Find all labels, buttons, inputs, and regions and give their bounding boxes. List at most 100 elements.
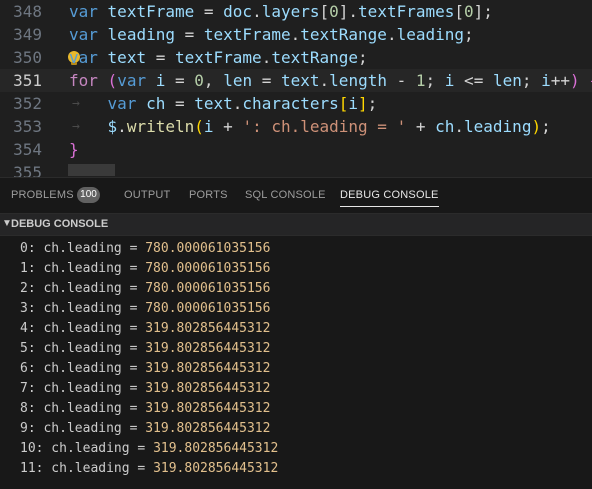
code-token: + bbox=[406, 117, 436, 136]
code-token: textFrames bbox=[358, 2, 455, 21]
code-token: 0 bbox=[464, 2, 474, 21]
code-token: 0 bbox=[194, 71, 204, 90]
console-output-line: 1: ch.leading = 780.000061035156 bbox=[20, 259, 270, 279]
code-token: var bbox=[107, 94, 137, 113]
code-token: var bbox=[69, 48, 98, 67]
code-token: = bbox=[165, 94, 195, 113]
code-token: doc bbox=[223, 2, 253, 21]
code-token: ) bbox=[531, 117, 542, 136]
code-line[interactable]: 354} bbox=[0, 138, 592, 161]
console-output-line: 11: ch.leading = 319.802856445312 bbox=[20, 459, 278, 479]
code-text: var ch = text.characters[i]; bbox=[69, 92, 378, 115]
code-token: [ bbox=[319, 2, 330, 21]
code-token: ': ch.leading = ' bbox=[242, 117, 407, 136]
tab-debug-console[interactable]: DEBUG CONSOLE bbox=[340, 178, 439, 213]
code-text: for (var i = 0, len = text.length - 1; i… bbox=[69, 69, 592, 92]
line-number: 350 bbox=[13, 48, 42, 67]
output-value: 780.000061035156 bbox=[145, 281, 271, 296]
code-token: = bbox=[165, 71, 195, 90]
console-output-line: 7: ch.leading = 319.802856445312 bbox=[20, 379, 270, 399]
code-token: var bbox=[69, 25, 98, 44]
code-token: = bbox=[146, 48, 175, 67]
output-value: 319.802856445312 bbox=[145, 341, 271, 356]
code-token: - bbox=[386, 71, 416, 90]
code-text: var textFrame = doc.layers[0].textFrames… bbox=[69, 0, 493, 23]
section-title: DEBUG CONSOLE bbox=[11, 218, 109, 230]
code-token: writeln bbox=[126, 117, 195, 136]
console-output-line: 3: ch.leading = 780.000061035156 bbox=[20, 299, 270, 319]
code-token: var bbox=[69, 2, 98, 21]
code-token: ++ bbox=[550, 71, 571, 90]
code-line[interactable]: 350 var text = textFrame.textRange; bbox=[0, 46, 592, 69]
horizontal-scrollbar-thumb[interactable] bbox=[68, 164, 115, 176]
code-token: . bbox=[290, 25, 301, 44]
line-number: 348 bbox=[13, 2, 42, 21]
code-token: leading bbox=[396, 25, 465, 44]
code-token: textFrame bbox=[174, 48, 262, 67]
code-token: ; bbox=[367, 94, 378, 113]
code-token: ( bbox=[107, 71, 118, 90]
bottom-panel: PROBLEMS 100 OUTPUT PORTS SQL CONSOLE DE… bbox=[0, 177, 592, 489]
output-label: 9: ch.leading = bbox=[20, 421, 146, 436]
code-token: leading bbox=[464, 117, 532, 136]
output-value: 319.802856445312 bbox=[153, 461, 279, 476]
output-value: 319.802856445312 bbox=[153, 441, 279, 456]
code-token: i bbox=[155, 71, 166, 90]
tab-output[interactable]: OUTPUT bbox=[124, 178, 170, 213]
code-text: var text = textFrame.textRange; bbox=[69, 46, 368, 69]
tab-ports[interactable]: PORTS bbox=[189, 178, 228, 213]
code-line[interactable]: 353 → $.writeln(i + ': ch.leading = ' + c… bbox=[0, 115, 592, 138]
output-label: 2: ch.leading = bbox=[20, 281, 146, 296]
output-label: 0: ch.leading = bbox=[20, 241, 146, 256]
console-output-line: 5: ch.leading = 319.802856445312 bbox=[20, 339, 270, 359]
console-output-line: 10: ch.leading = 319.802856445312 bbox=[20, 439, 278, 459]
output-value: 319.802856445312 bbox=[145, 321, 271, 336]
code-token: ; bbox=[541, 117, 551, 136]
code-token: ch bbox=[435, 117, 455, 136]
code-token: i bbox=[348, 94, 359, 113]
code-token: ]; bbox=[473, 2, 493, 21]
code-token: i bbox=[444, 71, 455, 90]
code-line[interactable]: 352 → var ch = text.characters[i]; bbox=[0, 92, 592, 115]
tab-sql-console[interactable]: SQL CONSOLE bbox=[245, 178, 326, 213]
code-token: ]. bbox=[338, 2, 359, 21]
code-token: . bbox=[252, 2, 262, 21]
code-token: . bbox=[232, 94, 243, 113]
line-number: 354 bbox=[13, 140, 42, 159]
console-output-line: 6: ch.leading = 319.802856445312 bbox=[20, 359, 270, 379]
code-token: + bbox=[213, 117, 243, 136]
code-line[interactable]: 351 for (var i = 0, len = text.length - 1… bbox=[0, 69, 592, 92]
output-value: 319.802856445312 bbox=[145, 381, 271, 396]
output-label: 10: ch.leading = bbox=[20, 441, 154, 456]
code-token: . bbox=[319, 71, 330, 90]
code-line[interactable]: 349 var leading = textFrame.textRange.lea… bbox=[0, 23, 592, 46]
output-value: 319.802856445312 bbox=[145, 421, 271, 436]
code-token: . bbox=[454, 117, 465, 136]
console-output-line: 0: ch.leading = 780.000061035156 bbox=[20, 239, 270, 259]
code-token: [ bbox=[338, 94, 349, 113]
code-token: ( bbox=[194, 117, 204, 136]
code-line[interactable]: 348 var textFrame = doc.layers[0].textFra… bbox=[0, 0, 592, 23]
debug-console-section-header[interactable]: ▼ DEBUG CONSOLE bbox=[0, 213, 592, 236]
code-token: i bbox=[541, 71, 551, 90]
code-text: var leading = textFrame.textRange.leadin… bbox=[69, 23, 474, 46]
code-token: textFrame bbox=[203, 25, 291, 44]
code-token: len bbox=[223, 71, 253, 90]
output-label: 6: ch.leading = bbox=[20, 361, 146, 376]
code-token: . bbox=[117, 117, 127, 136]
code-token: i bbox=[203, 117, 214, 136]
code-token: , bbox=[203, 71, 224, 90]
code-token: . bbox=[386, 25, 397, 44]
code-token: textRange bbox=[271, 48, 359, 67]
code-token: for bbox=[69, 71, 98, 90]
output-label: 5: ch.leading = bbox=[20, 341, 146, 356]
line-number: 353 bbox=[13, 117, 42, 136]
code-token: length bbox=[329, 71, 387, 90]
tab-problems[interactable]: PROBLEMS bbox=[11, 178, 74, 213]
code-editor[interactable]: 348 var textFrame = doc.layers[0].textFra… bbox=[0, 0, 592, 177]
code-token: text bbox=[194, 94, 233, 113]
